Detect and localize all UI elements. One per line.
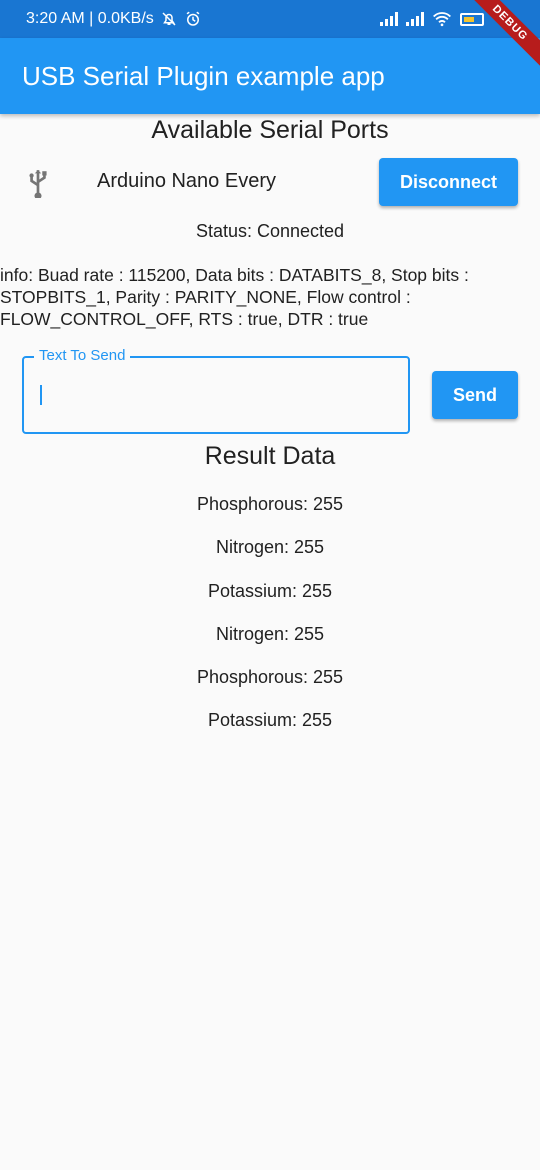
result-item: Potassium: 255 (207, 580, 333, 601)
connection-status: Status: Connected (195, 221, 345, 241)
signal-icon-2 (406, 12, 424, 26)
result-title: Result Data (204, 442, 336, 470)
app-title: USB Serial Plugin example app (22, 60, 385, 91)
usb-icon (29, 170, 47, 198)
result-item: Phosphorous: 255 (196, 667, 344, 688)
text-to-send-field[interactable]: Text To Send (22, 347, 410, 434)
alarm-icon (186, 11, 200, 26)
send-button[interactable]: Send (432, 371, 518, 419)
port-info: info: Buad rate : 115200, Data bits : DA… (0, 265, 469, 329)
app-bar: USB Serial Plugin example app (0, 38, 540, 114)
disconnect-button[interactable]: Disconnect (379, 158, 518, 206)
port-list-item: Arduino Nano Every Disconnect (0, 158, 540, 208)
ports-title: Available Serial Ports (151, 116, 389, 144)
result-list: Phosphorous: 255 Nitrogen: 255 Potassium… (0, 492, 540, 752)
result-item: Potassium: 255 (207, 710, 333, 731)
wifi-icon (433, 12, 451, 27)
result-item: Phosphorous: 255 (196, 494, 344, 514)
text-cursor (40, 385, 42, 405)
result-item: Nitrogen: 255 (215, 537, 325, 558)
result-item: Nitrogen: 255 (215, 623, 325, 644)
battery-icon (460, 12, 484, 26)
bell-off-icon (162, 12, 176, 26)
signal-icon (380, 12, 398, 26)
port-name: Arduino Nano Every (97, 170, 276, 192)
text-to-send-label: Text To Send (34, 347, 131, 364)
status-bar: 3:20 AM | 0.0KB/s (0, 0, 540, 38)
status-time: 3:20 AM | 0.0KB/s (26, 10, 154, 27)
